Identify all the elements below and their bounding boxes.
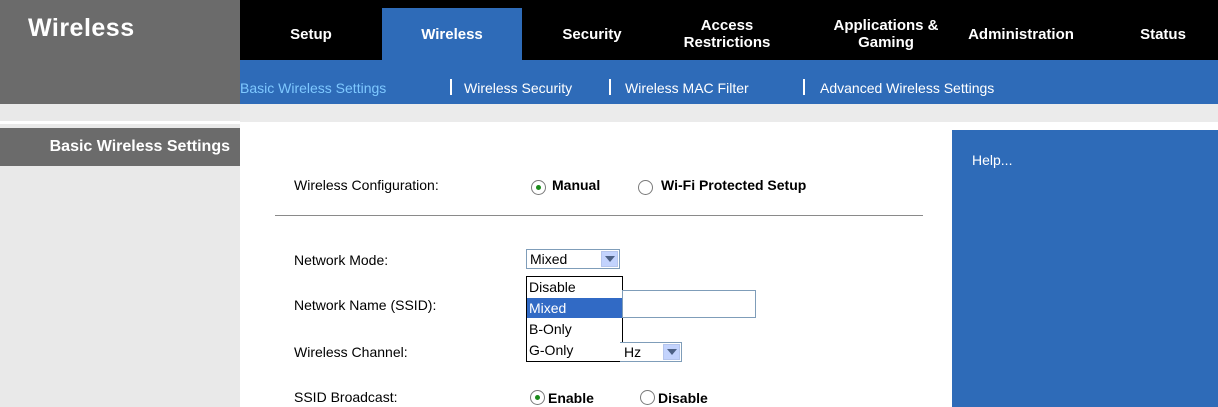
tab-wireless[interactable]: Wireless xyxy=(382,8,522,60)
divider xyxy=(0,121,240,124)
wireless-channel-label: Wireless Channel: xyxy=(294,344,408,360)
tab-access-restrictions[interactable]: Access Restrictions xyxy=(662,8,792,60)
sub-navigation: Basic Wireless Settings Wireless Securit… xyxy=(240,60,1218,104)
section-title: Basic Wireless Settings xyxy=(0,128,240,166)
network-mode-select[interactable]: Mixed xyxy=(526,249,620,269)
dropdown-option-disable[interactable]: Disable xyxy=(527,277,622,297)
wireless-configuration-label: Wireless Configuration: xyxy=(294,177,439,193)
subnav-separator xyxy=(450,79,452,95)
brand-block: Wireless xyxy=(0,0,240,104)
subnav-separator xyxy=(609,79,611,95)
subnav-advanced-wireless-settings[interactable]: Advanced Wireless Settings xyxy=(820,80,994,96)
dropdown-option-b-only[interactable]: B-Only xyxy=(527,319,622,339)
tab-status[interactable]: Status xyxy=(1108,8,1218,60)
config-manual-radio[interactable] xyxy=(531,180,546,195)
ssid-label: Network Name (SSID): xyxy=(294,297,437,313)
subnav-separator xyxy=(803,79,805,95)
chevron-down-icon[interactable] xyxy=(601,251,618,267)
page-title: Wireless xyxy=(28,14,135,42)
tab-administration[interactable]: Administration xyxy=(956,8,1086,60)
config-manual-label: Manual xyxy=(552,177,601,193)
config-wps-label: Wi-Fi Protected Setup xyxy=(661,177,807,193)
broadcast-enable-label: Enable xyxy=(548,390,594,406)
broadcast-enable-radio[interactable] xyxy=(530,390,545,405)
main-tabs: Setup Wireless Security Access Restricti… xyxy=(240,8,1218,60)
tab-applications-gaming[interactable]: Applications & Gaming xyxy=(816,8,956,60)
subnav-wireless-security[interactable]: Wireless Security xyxy=(464,80,572,96)
network-mode-label: Network Mode: xyxy=(294,252,389,268)
dropdown-option-g-only[interactable]: G-Only xyxy=(527,340,622,360)
network-mode-value: Mixed xyxy=(530,251,568,267)
wireless-channel-select[interactable]: Hz xyxy=(620,342,682,362)
subnav-basic-wireless-settings[interactable]: Basic Wireless Settings xyxy=(240,80,386,96)
help-panel: Help... xyxy=(952,130,1218,407)
ssid-input[interactable] xyxy=(622,290,756,318)
wireless-channel-value: Hz xyxy=(624,344,642,360)
divider xyxy=(240,104,1218,122)
section-divider xyxy=(275,215,923,216)
ssid-broadcast-label: SSID Broadcast: xyxy=(294,389,398,405)
chevron-down-icon[interactable] xyxy=(663,344,680,360)
tab-security[interactable]: Security xyxy=(522,8,662,60)
broadcast-disable-radio[interactable] xyxy=(640,390,655,405)
broadcast-disable-label: Disable xyxy=(658,390,708,406)
tab-setup[interactable]: Setup xyxy=(240,8,382,60)
dropdown-option-mixed[interactable]: Mixed xyxy=(527,298,622,318)
config-wps-radio[interactable] xyxy=(638,180,653,195)
help-link[interactable]: Help... xyxy=(972,152,1012,168)
subnav-wireless-mac-filter[interactable]: Wireless MAC Filter xyxy=(625,80,749,96)
network-mode-dropdown: Disable Mixed B-Only G-Only xyxy=(526,276,623,362)
